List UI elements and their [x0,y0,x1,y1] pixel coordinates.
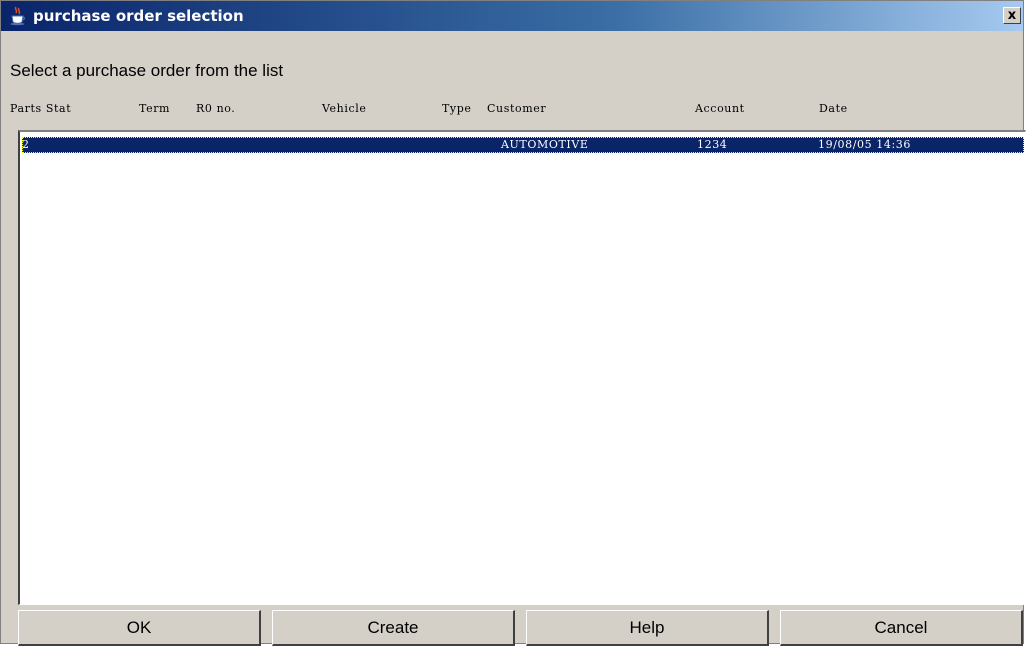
column-header-type[interactable]: Type [442,102,472,115]
window-title: purchase order selection [33,7,244,25]
purchase-order-list[interactable]: 2 AUTOMOTIVE 1234 19/08/05 14:36 [18,130,1026,605]
cell-customer: AUTOMOTIVE [501,138,589,151]
close-icon[interactable]: x [1003,7,1021,24]
ok-button[interactable]: OK [18,610,261,646]
column-header-ro-no[interactable]: R0 no. [196,102,235,115]
cell-date: 19/08/05 14:36 [818,138,911,151]
column-header-vehicle[interactable]: Vehicle [322,102,366,115]
cancel-button[interactable]: Cancel [780,610,1023,646]
help-button[interactable]: Help [526,610,769,646]
column-header-term[interactable]: Term [139,102,170,115]
cell-parts-stat: 2 [22,138,30,151]
column-header-parts-stat[interactable]: Parts Stat [10,102,71,115]
column-header-customer[interactable]: Customer [487,102,546,115]
java-cup-icon [7,5,29,27]
dialog-window: purchase order selection x Select a purc… [0,0,1026,646]
column-header-date[interactable]: Date [819,102,848,115]
table-row[interactable]: 2 AUTOMOTIVE 1234 19/08/05 14:36 [22,137,1024,153]
cell-account: 1234 [697,138,728,151]
column-header-account[interactable]: Account [695,102,745,115]
create-button[interactable]: Create [272,610,515,646]
instruction-text: Select a purchase order from the list [10,61,284,80]
title-bar[interactable]: purchase order selection x [1,1,1023,31]
